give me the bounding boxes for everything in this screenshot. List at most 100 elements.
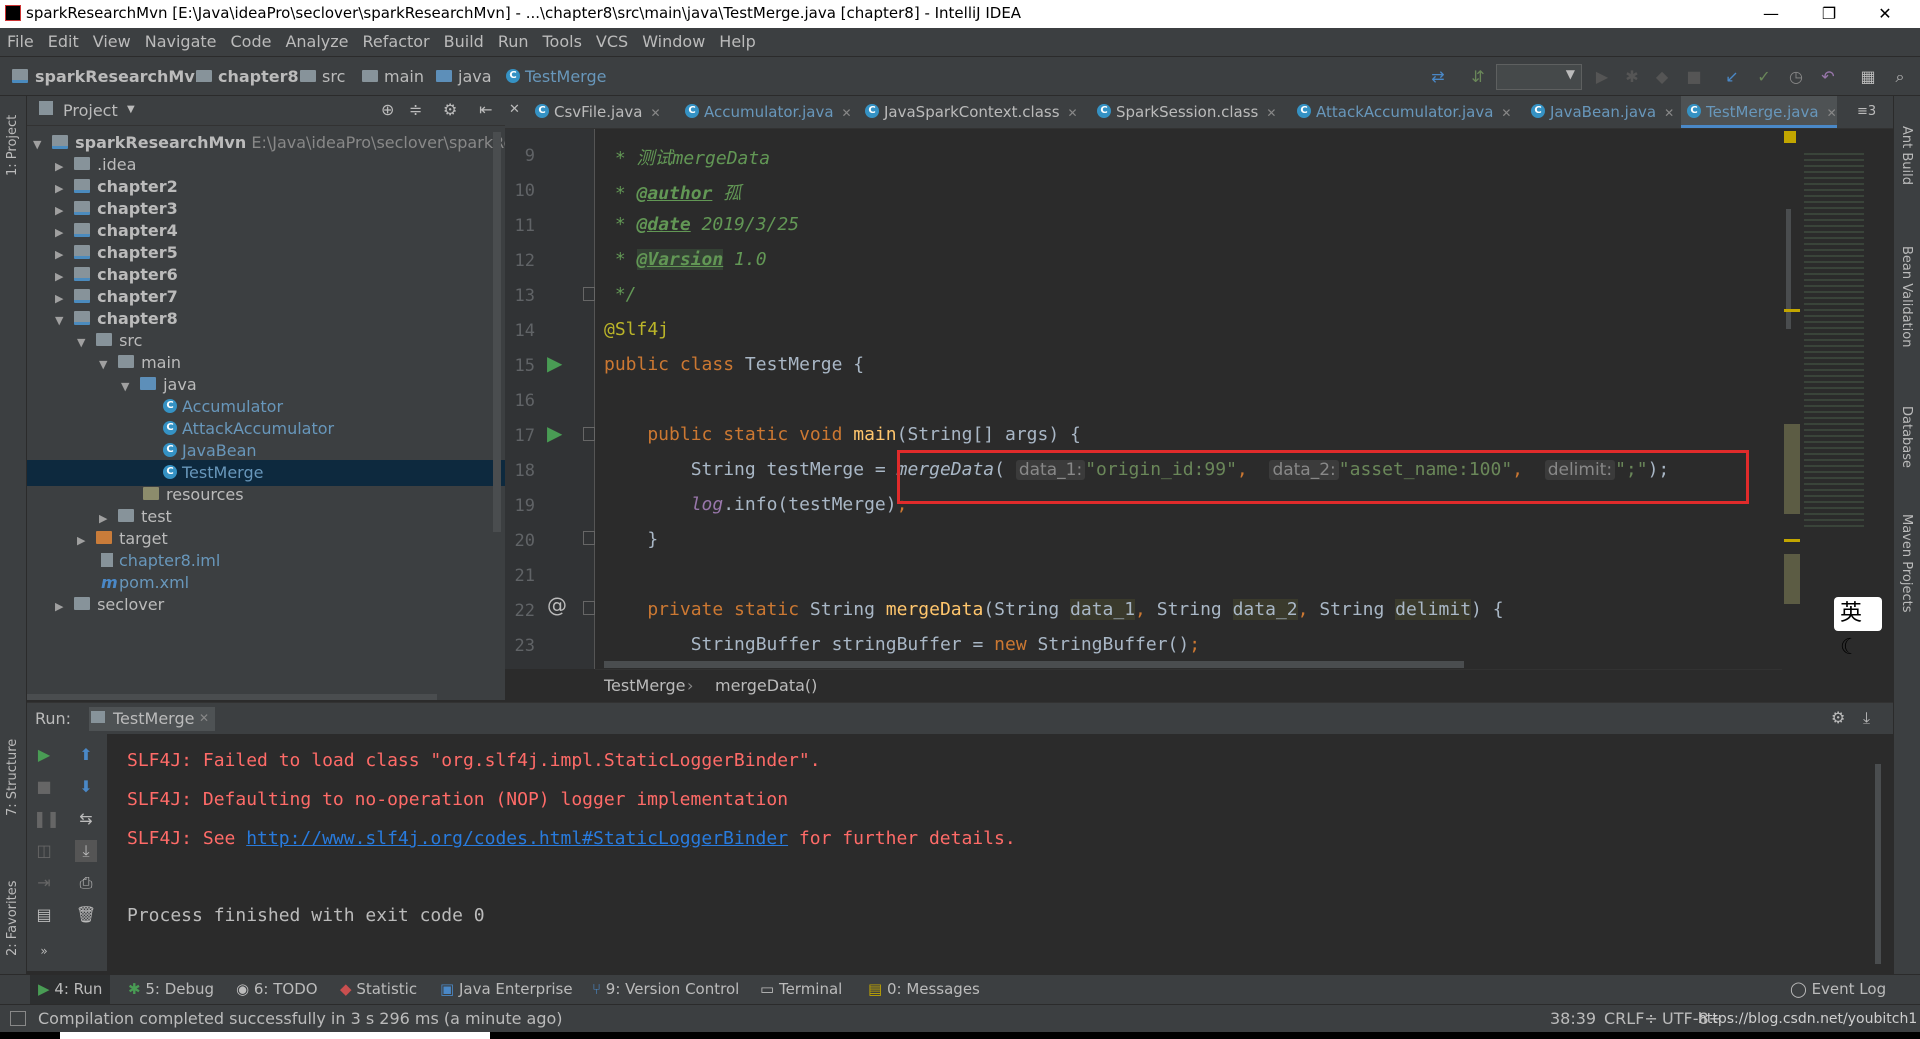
vcs-commit-icon[interactable]: ✓ [1754, 67, 1774, 87]
database-tool-button[interactable]: Database [1899, 406, 1914, 468]
run-icon[interactable]: ▶ [1592, 67, 1612, 87]
minimize-button[interactable]: — [1748, 0, 1794, 28]
tab-javasparkcontext[interactable]: C JavaSparkContext.class ✕ [865, 96, 1087, 128]
stripe-mark[interactable] [1784, 539, 1800, 542]
crumb-java[interactable]: java [436, 67, 492, 86]
tab-csvfile[interactable]: C CsvFile.java ✕ [535, 96, 675, 128]
vcs-update-icon[interactable]: ↙ [1722, 67, 1742, 87]
run-class-icon[interactable]: ▶ [547, 351, 562, 375]
vertical-scrollbar[interactable] [493, 132, 501, 532]
tool-event-log[interactable]: ◯ Event Log [1790, 980, 1886, 998]
close-tab-icon[interactable]: ✕ [1827, 106, 1837, 120]
horizontal-scrollbar[interactable] [27, 694, 437, 700]
favorites-tool-button[interactable]: 2: Favorites [5, 880, 20, 956]
collapse-all-icon[interactable]: ≑ [409, 100, 422, 119]
tool-messages[interactable]: ▤ 0: Messages [868, 980, 980, 998]
fold-icon[interactable] [583, 601, 595, 615]
vcs-history-icon[interactable]: ◷ [1786, 67, 1806, 87]
menu-help[interactable]: Help [712, 28, 762, 56]
crumb-main[interactable]: main [362, 67, 424, 86]
stop-icon[interactable]: ■ [1684, 67, 1704, 87]
crumb-chapter8[interactable]: chapter8 [196, 67, 299, 86]
close-tab-icon[interactable]: ✕ [1501, 106, 1511, 120]
soft-wrap-icon[interactable]: ⇆ [75, 808, 97, 830]
code-editor[interactable]: * 测试mergeData * @author 孤 * @date 2019/3… [595, 129, 1782, 669]
pause-icon[interactable]: ❚❚ [33, 808, 60, 830]
tab-accumulator[interactable]: C Accumulator.java ✕ [685, 96, 855, 128]
project-structure-icon[interactable]: ▦ [1858, 67, 1878, 87]
warning-icon[interactable] [1784, 131, 1796, 143]
project-view-select[interactable]: Project [63, 101, 118, 120]
tool-statistic[interactable]: ◆ Statistic [340, 980, 417, 998]
menu-run[interactable]: Run [491, 28, 536, 56]
close-tab-icon[interactable]: ✕ [650, 106, 660, 120]
tool-version-control[interactable]: ⑂ 9: Version Control [592, 980, 739, 998]
tool-todo[interactable]: ◉ 6: TODO [236, 980, 318, 998]
scroll-thumb[interactable] [1784, 424, 1800, 514]
menu-navigate[interactable]: Navigate [138, 28, 224, 56]
gear-icon[interactable]: ⚙ [443, 100, 457, 119]
menu-analyze[interactable]: Analyze [278, 28, 355, 56]
tab-testmerge[interactable]: C TestMerge.java ✕ [1681, 96, 1837, 128]
hide-panel-icon[interactable]: ⤓ [1863, 708, 1870, 728]
gear-icon[interactable]: ⚙ [1831, 708, 1845, 727]
menu-refactor[interactable]: Refactor [356, 28, 437, 56]
debug-icon[interactable]: ✱ [1622, 67, 1642, 87]
tool-java-enterprise[interactable]: ▣ Java Enterprise [440, 980, 573, 998]
translate-icon[interactable]: ⇄ [1428, 67, 1448, 87]
console-output[interactable]: SLF4J: Failed to load class "org.slf4j.i… [107, 734, 1882, 971]
more-icon[interactable]: » [33, 940, 55, 962]
breadcrumb-method[interactable]: mergeData() [715, 676, 817, 695]
crumb-testmerge[interactable]: C TestMerge [506, 67, 606, 86]
ant-build-tool-button[interactable]: Ant Build [1899, 126, 1914, 185]
tab-attackaccumulator[interactable]: C AttackAccumulator.java ✕ [1297, 96, 1519, 128]
up-arrow-icon[interactable]: ⬆ [75, 744, 97, 766]
restore-button[interactable]: ❐ [1806, 0, 1852, 28]
scroll-to-end-icon[interactable]: ⤓ [75, 840, 97, 862]
menu-vcs[interactable]: VCS [589, 28, 635, 56]
menu-edit[interactable]: Edit [41, 28, 86, 56]
run-config-select[interactable]: ▼ [1496, 64, 1582, 90]
menu-view[interactable]: View [86, 28, 138, 56]
menu-window[interactable]: Window [635, 28, 712, 56]
editor-horizontal-scrollbar[interactable] [604, 661, 1464, 668]
tool-terminal[interactable]: ▭ Terminal [760, 980, 842, 998]
toggle-tool-windows-icon[interactable] [10, 1011, 26, 1026]
fold-icon[interactable] [583, 531, 595, 545]
console-link[interactable]: http://www.slf4j.org/codes.html#StaticLo… [246, 828, 788, 849]
usages-icon[interactable]: @ [547, 593, 567, 617]
tool-debug[interactable]: ✱ 5: Debug [128, 980, 214, 998]
crumb-src[interactable]: src [300, 67, 345, 86]
hide-icon[interactable]: ⇤ [479, 100, 492, 119]
close-panel-icon[interactable]: ✕ [509, 102, 520, 117]
search-icon[interactable]: ⌕ [1890, 67, 1910, 87]
close-tab-icon[interactable]: ✕ [1664, 106, 1674, 120]
line-separator[interactable]: CRLF÷ [1604, 1009, 1658, 1028]
dump-threads-icon[interactable]: ◫ [33, 840, 55, 862]
close-tab-icon[interactable]: ✕ [199, 711, 209, 725]
tool-run[interactable]: ▶ 4: Run [38, 980, 102, 998]
close-tab-icon[interactable]: ✕ [1068, 106, 1078, 120]
layout-icon[interactable]: ▤ [33, 904, 55, 926]
tab-sparksession[interactable]: C SparkSession.class ✕ [1097, 96, 1283, 128]
ime-indicator[interactable]: 英 ☾ [1834, 597, 1882, 660]
run-tab-testmerge[interactable]: TestMerge [113, 709, 194, 728]
build-icon[interactable]: ⇵ [1468, 67, 1488, 87]
down-arrow-icon[interactable]: ⬇ [75, 776, 97, 798]
coverage-icon[interactable]: ◆ [1652, 67, 1672, 87]
exit-icon[interactable]: ⇥ [33, 872, 55, 894]
close-tab-icon[interactable]: ✕ [842, 106, 852, 120]
crumb-project[interactable]: sparkResearchMvn [12, 67, 206, 86]
fold-icon[interactable] [583, 427, 595, 441]
trash-icon[interactable]: 🗑 [75, 904, 97, 926]
project-tool-button[interactable]: 1: Project [5, 115, 20, 176]
tabs-overflow-button[interactable]: ≡3 [1857, 96, 1887, 128]
breadcrumb-class[interactable]: TestMerge [604, 676, 685, 695]
revert-icon[interactable]: ↶ [1818, 67, 1838, 87]
stripe-mark[interactable] [1784, 309, 1800, 312]
print-icon[interactable]: ⎙ [75, 872, 97, 894]
close-button[interactable]: ✕ [1862, 0, 1908, 28]
tab-javabean[interactable]: C JavaBean.java ✕ [1531, 96, 1674, 128]
menu-build[interactable]: Build [437, 28, 491, 56]
fold-icon[interactable] [583, 287, 595, 301]
